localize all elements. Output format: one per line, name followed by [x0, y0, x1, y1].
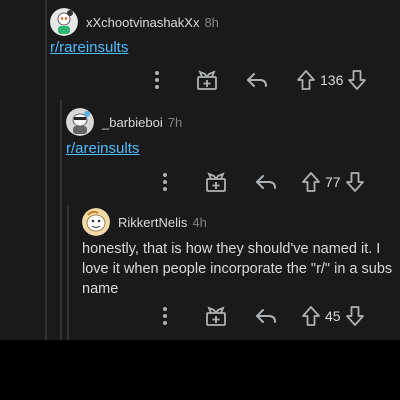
- thread-line[interactable]: [45, 0, 47, 340]
- downvote-icon[interactable]: [347, 69, 367, 91]
- upvote-icon[interactable]: [301, 305, 321, 327]
- subreddit-link[interactable]: r/areinsults: [66, 140, 139, 157]
- award-icon[interactable]: [205, 305, 227, 327]
- more-icon[interactable]: [150, 70, 164, 90]
- comment-body: honestly, that is how they should've nam…: [82, 239, 394, 299]
- comment-actions: 45: [158, 303, 365, 329]
- more-icon[interactable]: [158, 306, 172, 326]
- reply-icon[interactable]: [255, 173, 277, 191]
- award-icon[interactable]: [205, 171, 227, 193]
- downvote-icon[interactable]: [345, 171, 365, 193]
- comment-age: 7h: [167, 114, 183, 130]
- thread-line[interactable]: [67, 205, 69, 340]
- bottom-letterbox: [0, 340, 400, 400]
- avatar[interactable]: [82, 208, 110, 236]
- comment-username[interactable]: RikkertNelis: [118, 215, 187, 230]
- comment-header: _barbieboi 7h: [66, 108, 182, 136]
- more-icon[interactable]: [158, 172, 172, 192]
- comment-username[interactable]: xXchootvinashakXx: [86, 15, 199, 30]
- comment-thread: xXchootvinashakXx 8h r/rareinsults 136 _…: [0, 0, 400, 340]
- award-icon[interactable]: [196, 69, 218, 91]
- vote-count: 45: [325, 308, 341, 324]
- comment-header: RikkertNelis 4h: [82, 208, 207, 236]
- comment-actions: 136: [150, 67, 367, 93]
- comment-header: xXchootvinashakXx 8h: [50, 8, 219, 36]
- comment-age: 4h: [192, 214, 207, 230]
- avatar[interactable]: [50, 8, 78, 36]
- vote-count: 136: [320, 72, 344, 88]
- comment-body-line: love it when people incorporate the "r/"…: [82, 261, 393, 277]
- comment-username[interactable]: _barbieboi: [102, 115, 163, 130]
- reply-icon[interactable]: [255, 307, 277, 325]
- thread-line[interactable]: [60, 100, 62, 340]
- reply-icon[interactable]: [246, 71, 268, 89]
- subreddit-link[interactable]: r/rareinsults: [50, 39, 128, 56]
- comment-body-line: honestly, that is how they should've nam…: [82, 241, 381, 257]
- downvote-icon[interactable]: [345, 305, 365, 327]
- avatar[interactable]: [66, 108, 94, 136]
- comment-age: 8h: [204, 14, 219, 30]
- upvote-icon[interactable]: [296, 69, 316, 91]
- comment-body-line: name: [82, 281, 119, 297]
- upvote-icon[interactable]: [301, 171, 321, 193]
- vote-count: 77: [325, 174, 341, 190]
- comment-actions: 77: [158, 169, 365, 195]
